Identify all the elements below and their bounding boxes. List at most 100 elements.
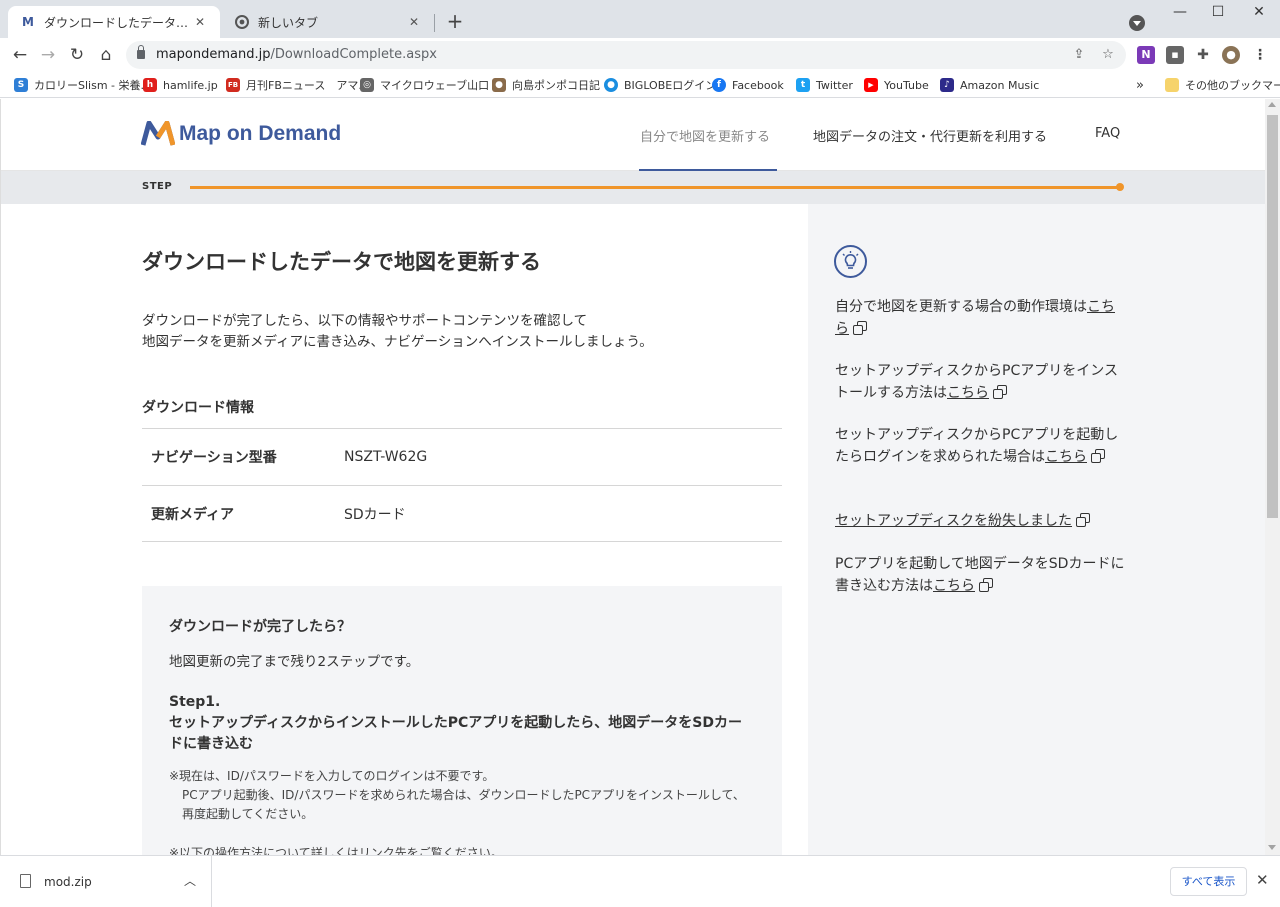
close-tab-icon[interactable]: ✕: [192, 15, 208, 29]
external-link-icon: [1076, 513, 1091, 527]
bookmark-star-icon[interactable]: ☆: [1099, 46, 1117, 64]
tab-strip: M ダウンロードしたデータで地図を更新す ✕ 新しいタブ ✕ + — ☐ ✕: [0, 0, 1280, 38]
info-key: ナビゲーション型番: [151, 450, 277, 466]
profile-avatar[interactable]: ●: [1222, 46, 1240, 64]
onenote-extension-icon[interactable]: N: [1137, 46, 1155, 64]
bookmark-item[interactable]: h hamlife.jp: [143, 76, 218, 94]
sidebar-link-text: 自分で地図を更新する場合の動作環境は: [835, 299, 1087, 315]
map-on-demand-logo-icon: [141, 121, 175, 146]
info-value: SDカード: [344, 506, 406, 523]
after-download-box: ダウンロードが完了したら？ 地図更新の完了まで残り2ステップです。 Step1.…: [142, 586, 782, 855]
forward-arrow-icon[interactable]: →: [37, 44, 59, 66]
bookmark-favicon-icon: ●: [492, 78, 506, 92]
scrollbar-thumb[interactable]: [1267, 115, 1278, 518]
extensions-puzzle-icon[interactable]: ✚: [1194, 46, 1212, 64]
nav-self-update[interactable]: 自分で地図を更新する: [640, 126, 770, 145]
nav-order-service[interactable]: 地図データの注文・代行更新を利用する: [813, 126, 1047, 145]
share-icon[interactable]: ⇪: [1070, 46, 1088, 64]
bookmark-label: 月刊FBニュース アマ...: [246, 79, 369, 92]
bookmark-item[interactable]: t Twitter: [796, 76, 853, 94]
close-window-button[interactable]: ✕: [1244, 4, 1274, 24]
address-bar[interactable]: mapondemand.jp/DownloadComplete.aspx ⇪ ☆: [126, 41, 1126, 69]
intro-line: 地図データを更新メディアに書き込み、ナビゲーションへインストールしましょう。: [142, 334, 653, 350]
scroll-down-arrow-icon[interactable]: [1268, 845, 1276, 850]
maximize-button[interactable]: ☐: [1203, 4, 1233, 24]
other-bookmarks-folder[interactable]: その他のブックマーク: [1165, 76, 1280, 94]
note-text: ※現在は、ID/パスワードを入力してのログインは不要です。: [169, 769, 495, 783]
back-arrow-icon[interactable]: ←: [9, 44, 31, 66]
tab-title: ダウンロードしたデータで地図を更新す: [44, 15, 192, 30]
new-tab-button[interactable]: +: [444, 10, 466, 32]
table-row: ナビゲーション型番 NSZT-W62G: [142, 428, 782, 485]
bookmark-item[interactable]: ◎ マイクロウェーブ山口 -...: [360, 76, 507, 94]
url-host: mapondemand.jp: [156, 47, 271, 62]
page-scrollbar[interactable]: [1265, 99, 1280, 855]
close-tab-icon[interactable]: ✕: [406, 15, 422, 29]
external-link-icon: [979, 578, 993, 592]
sidebar-link-lost-disk: セットアップディスクを紛失しました: [835, 510, 1125, 532]
twitter-icon: t: [796, 78, 810, 92]
info-key: 更新メディア: [151, 506, 235, 523]
sidebar-link-anchor[interactable]: こちら: [947, 385, 989, 401]
chrome-icon: [234, 14, 250, 30]
scroll-up-arrow-icon[interactable]: [1268, 102, 1276, 107]
step-marker: [1116, 183, 1124, 191]
show-all-downloads-button[interactable]: すべて表示: [1170, 867, 1247, 896]
tab-search-icon[interactable]: [1129, 15, 1145, 31]
more-bookmarks-chevron-icon[interactable]: »: [1136, 76, 1144, 94]
extension-icon[interactable]: ▪: [1166, 46, 1184, 64]
bookmark-item[interactable]: ● BIGLOBEログイン: [604, 76, 716, 94]
sidebar-link-anchor[interactable]: セットアップディスクを紛失しました: [835, 513, 1072, 529]
external-link-icon: [993, 385, 1007, 399]
bookmark-item[interactable]: ♪ Amazon Music: [940, 76, 1039, 94]
mapondemand-favicon-icon: M: [22, 15, 34, 29]
bookmark-favicon-icon: ◎: [360, 78, 374, 92]
bookmark-item[interactable]: f Facebook: [712, 76, 784, 94]
close-download-shelf-icon[interactable]: ✕: [1256, 871, 1269, 889]
bookmark-item[interactable]: FB 月刊FBニュース アマ...: [226, 76, 369, 94]
bookmark-label: hamlife.jp: [163, 78, 218, 92]
nav-faq[interactable]: FAQ: [1095, 126, 1120, 141]
bookmark-label: マイクロウェーブ山口 -...: [380, 79, 508, 92]
tab-new-tab[interactable]: 新しいタブ ✕: [222, 6, 434, 38]
site-logo[interactable]: Map on Demand: [141, 121, 341, 147]
bookmark-item[interactable]: S カロリーSlism - 栄養...: [14, 76, 151, 94]
sidebar-link-anchor[interactable]: こちら: [1045, 449, 1087, 465]
operation-note: ※以下の操作方法について詳しくはリンク先をご覧ください。: [169, 846, 503, 855]
sidebar-link-requirements: 自分で地図を更新する場合の動作環境はこちら: [835, 296, 1125, 340]
intro-text: ダウンロードが完了したら、以下の情報やサポートコンテンツを確認して 地図データを…: [142, 311, 653, 353]
after-download-subtitle: 地図更新の完了まで残り2ステップです。: [169, 654, 420, 670]
chevron-up-icon[interactable]: ︿: [184, 872, 196, 889]
external-link-icon: [1091, 449, 1105, 463]
bookmark-label: BIGLOBEログイン: [624, 79, 717, 92]
sidebar-link-install: セットアップディスクからPCアプリをインストールする方法はこちら: [835, 360, 1125, 404]
info-value: NSZT-W62G: [344, 449, 428, 465]
tab-active[interactable]: M ダウンロードしたデータで地図を更新す ✕: [8, 6, 220, 38]
after-download-title: ダウンロードが完了したら？: [169, 619, 351, 635]
step-progress-bar: STEP: [1, 171, 1265, 204]
download-item[interactable]: mod.zip ︿: [0, 856, 212, 907]
menu-kebab-icon[interactable]: ⋮: [1251, 46, 1269, 64]
home-icon[interactable]: ⌂: [95, 44, 117, 66]
login-note: ※現在は、ID/パスワードを入力してのログインは不要です。 PCアプリ起動後、I…: [169, 767, 755, 824]
sidebar-link-anchor[interactable]: こちら: [933, 578, 975, 594]
minimize-button[interactable]: —: [1165, 4, 1195, 24]
web-page: Map on Demand 自分で地図を更新する 地図データの注文・代行更新を利…: [0, 99, 1265, 855]
intro-line: ダウンロードが完了したら、以下の情報やサポートコンテンツを確認して: [142, 313, 588, 329]
logo-text: Map on Demand: [179, 122, 342, 145]
download-filename: mod.zip: [44, 875, 92, 889]
reload-icon[interactable]: ↻: [66, 44, 88, 66]
bookmark-item[interactable]: ● 向島ポンポコ日記: [492, 76, 600, 94]
bookmarks-bar: S カロリーSlism - 栄養... h hamlife.jp FB 月刊FBニュー…: [0, 72, 1280, 98]
bookmark-label: Twitter: [816, 78, 853, 92]
tab-title: 新しいタブ: [258, 15, 319, 30]
lightbulb-icon: [834, 245, 867, 278]
facebook-icon: f: [712, 78, 726, 92]
step1-text: セットアップディスクからインストールしたPCアプリを起動したら、地図データをSD…: [169, 715, 742, 752]
url-path: /DownloadComplete.aspx: [270, 47, 437, 62]
page-title: ダウンロードしたデータで地図を更新する: [142, 250, 541, 274]
note-detail: PCアプリ起動後、ID/パスワードを求められた場合は、ダウンロードしたPCアプリ…: [182, 788, 745, 821]
amazon-music-icon: ♪: [940, 78, 954, 92]
bookmark-item[interactable]: ▶ YouTube: [864, 76, 929, 94]
bookmark-favicon-icon: S: [14, 78, 28, 92]
